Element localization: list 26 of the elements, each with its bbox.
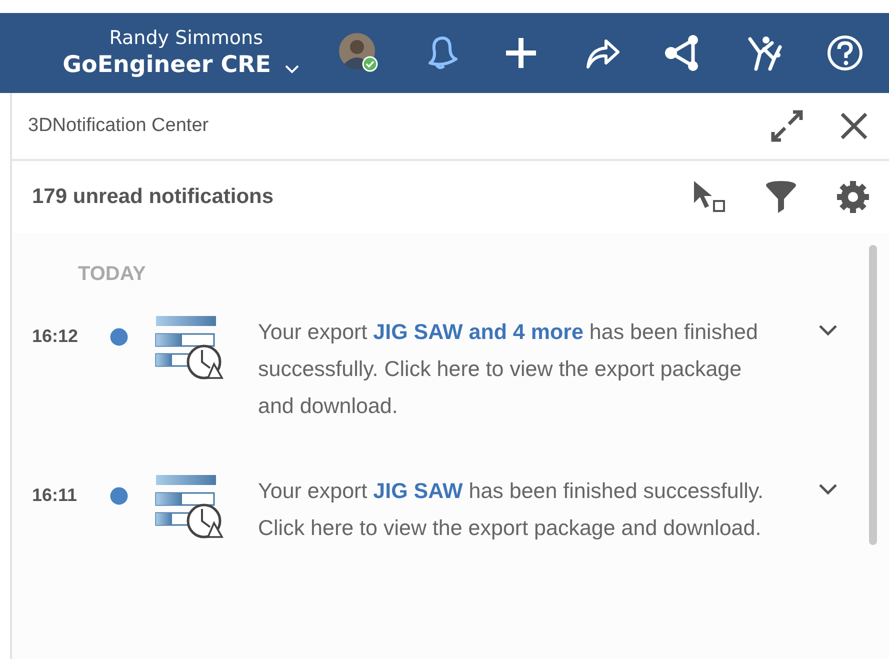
unread-count: 179 unread notifications xyxy=(32,185,275,209)
avatar[interactable] xyxy=(339,33,379,73)
notification-item[interactable]: 16:12 Your export JIG SAW and 4 more has been finished successfully. Click here to view the export package and download. xyxy=(32,314,869,425)
expand-icon[interactable] xyxy=(769,108,805,144)
user-name: Randy Simmons xyxy=(109,26,263,50)
scrollbar-thumb[interactable] xyxy=(869,245,877,545)
notification-time: 16:11 xyxy=(32,485,78,506)
chevron-down-icon[interactable] xyxy=(818,483,838,495)
notification-item[interactable]: 16:11 Your export JIG SAW has been finished successfully. Click here to view the export package and download. xyxy=(32,473,869,547)
caret-icon[interactable] xyxy=(285,64,299,74)
export-icon xyxy=(154,314,226,382)
export-link[interactable]: JIG SAW and 4 more xyxy=(373,320,584,344)
panel-title: 3DNotification Center xyxy=(28,115,210,137)
help-icon[interactable] xyxy=(825,33,865,73)
export-link[interactable]: JIG SAW xyxy=(373,479,463,503)
chevron-down-icon[interactable] xyxy=(818,324,838,336)
select-cursor-icon[interactable] xyxy=(691,179,727,215)
settings-icon[interactable] xyxy=(835,179,871,215)
tenant-name[interactable]: GoEngineer CRE xyxy=(62,50,271,80)
notification-text[interactable]: Your export JIG SAW has been finished successfully. Click here to view the export package and download. xyxy=(258,473,778,547)
export-icon xyxy=(154,473,226,541)
notification-time: 16:12 xyxy=(32,326,80,347)
close-icon[interactable] xyxy=(839,111,869,141)
section-label: TODAY xyxy=(78,263,146,286)
notification-text[interactable]: Your export JIG SAW and 4 more has been finished successfully. Click here to view the export package and download. xyxy=(258,314,778,425)
filter-icon[interactable] xyxy=(763,179,799,215)
